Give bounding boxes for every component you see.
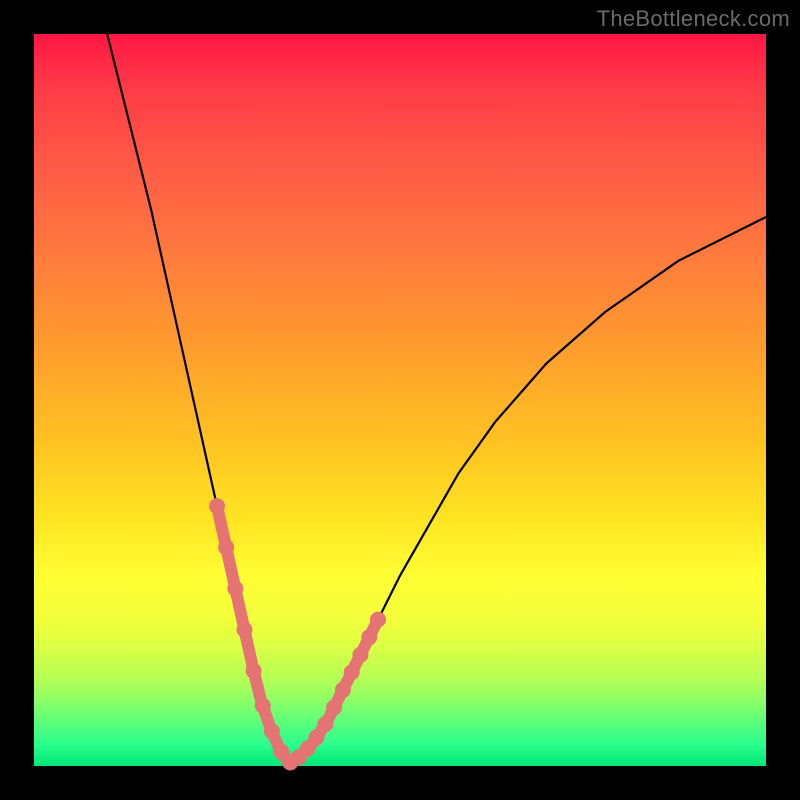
highlight-dot (309, 729, 325, 745)
highlight-dot (209, 498, 225, 514)
curve-left (107, 34, 290, 762)
highlight-dots (209, 498, 386, 770)
highlight-dot (326, 699, 342, 715)
highlight-dot (227, 580, 243, 596)
highlight-dot (352, 647, 368, 663)
highlight-dot (370, 612, 386, 628)
curve-right (290, 217, 766, 762)
highlight-dot (255, 698, 271, 714)
highlight-dot (344, 664, 360, 680)
highlight-dot (335, 682, 351, 698)
chart-frame: TheBottleneck.com (0, 0, 800, 800)
curve-overlay (34, 34, 766, 766)
highlight-dot (236, 622, 252, 638)
highlight-dot (218, 539, 234, 555)
watermark-text: TheBottleneck.com (597, 6, 790, 32)
highlight-dot (246, 663, 262, 679)
highlight-dot (264, 723, 280, 739)
highlight-dot (361, 629, 377, 645)
highlight-dot (317, 716, 333, 732)
